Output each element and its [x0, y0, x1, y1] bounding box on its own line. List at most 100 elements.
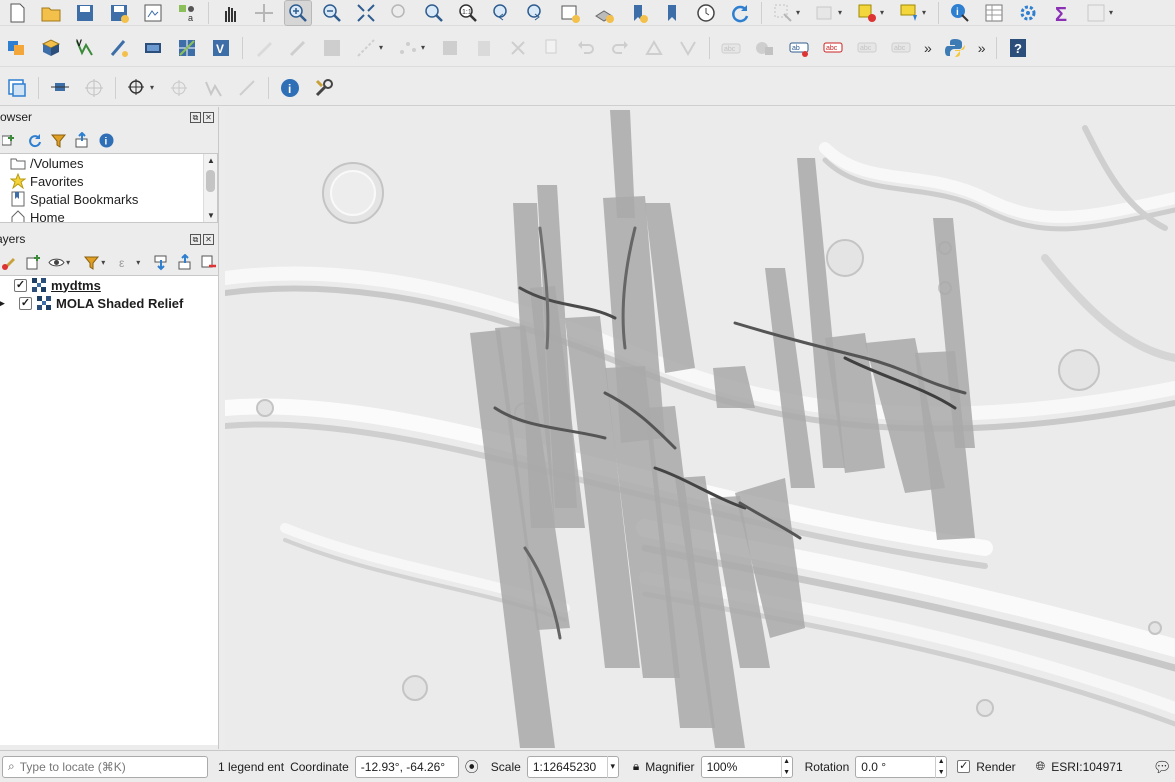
collapse-all-icon[interactable] [72, 130, 92, 150]
zoom-next-icon[interactable] [522, 0, 550, 26]
delete-selected-icon[interactable] [436, 35, 464, 61]
scroll-thumb[interactable] [206, 170, 215, 192]
geometry-checker-icon[interactable] [165, 75, 193, 101]
chevron-down-icon[interactable]: ▾ [421, 43, 431, 52]
vector-tools-icon[interactable]: V [207, 35, 235, 61]
refresh-icon[interactable] [726, 0, 754, 26]
refresh-icon[interactable] [24, 130, 44, 150]
field-calculator-icon[interactable] [1082, 0, 1110, 26]
help-icon[interactable]: ? [1004, 35, 1032, 61]
open-project-icon[interactable] [37, 0, 65, 26]
browser-item-favorites[interactable]: Favorites [0, 172, 217, 190]
spin-down-icon[interactable]: ▼ [936, 767, 946, 778]
float-panel-icon[interactable]: ⧉ [190, 233, 201, 245]
new-project-icon[interactable] [3, 0, 31, 26]
expand-arrow-icon[interactable]: ▸ [0, 298, 9, 309]
layer-visibility-checkbox[interactable]: ✓ [19, 296, 32, 310]
add-layer-icon[interactable] [0, 130, 20, 150]
copy-features-icon[interactable] [504, 35, 532, 61]
new-map-view-icon[interactable] [556, 0, 584, 26]
help-circle-icon[interactable]: i [96, 130, 116, 150]
chevron-down-icon[interactable]: ▾ [1109, 8, 1119, 17]
show-labels-icon[interactable]: ab [785, 35, 813, 61]
select-by-value-icon[interactable] [853, 0, 881, 26]
undo-icon[interactable] [572, 35, 600, 61]
cut-features-icon[interactable] [470, 35, 498, 61]
show-bookmarks-icon[interactable] [658, 0, 686, 26]
zoom-last-icon[interactable] [488, 0, 516, 26]
expand-all-icon[interactable] [152, 252, 171, 272]
paste-features-icon[interactable] [538, 35, 566, 61]
new-bookmark-icon[interactable] [624, 0, 652, 26]
filter-expression-icon[interactable]: ε [117, 252, 136, 272]
chevron-down-icon[interactable]: ▾ [66, 258, 76, 267]
browser-item-home[interactable]: Home [0, 208, 217, 222]
visibility-eye-icon[interactable] [47, 252, 66, 272]
data-source-manager-icon[interactable] [3, 35, 31, 61]
locator-search-field[interactable]: ⌕ Type to locate (⌘K) [2, 755, 208, 778]
add-group-icon[interactable] [23, 252, 42, 272]
processing-toolbox-icon[interactable] [1014, 0, 1042, 26]
scroll-up-icon[interactable]: ▲ [207, 156, 215, 165]
messages-icon[interactable]: 💬︎ [1153, 758, 1172, 776]
float-panel-icon[interactable]: ⧉ [190, 111, 201, 123]
georeference-icon[interactable] [3, 75, 31, 101]
coordinate-field[interactable]: -12.93°, -64.26° [354, 755, 459, 778]
save-as-icon[interactable] [105, 0, 133, 26]
move-label-icon[interactable]: abc [853, 35, 881, 61]
crs-globe-icon[interactable]: 🌐︎ [1036, 759, 1046, 774]
split-features-icon[interactable] [674, 35, 702, 61]
python-console-icon[interactable] [941, 35, 969, 61]
chevron-down-icon[interactable]: ▾ [379, 43, 389, 52]
scale-combo[interactable]: 1:12645230 ▾ [526, 755, 619, 778]
georeferencer-icon[interactable] [173, 35, 201, 61]
new-geopackage-layer-icon[interactable] [37, 35, 65, 61]
zoom-native-icon[interactable]: 1:1 [454, 0, 482, 26]
chevron-down-icon[interactable]: ▾ [606, 755, 618, 778]
scroll-down-icon[interactable]: ▼ [207, 211, 215, 220]
browser-item-spatial-bookmarks[interactable]: Spatial Bookmarks [0, 190, 217, 208]
identify-icon[interactable]: i [946, 0, 974, 26]
layer-row-mola-shaded-relief[interactable]: ▸ ✓ MOLA Shaded Relief [0, 294, 218, 312]
layer-row-mydtms[interactable]: ✓ mydtms [0, 276, 218, 294]
zoom-full-icon[interactable] [352, 0, 380, 26]
pan-icon[interactable] [216, 0, 244, 26]
toolbar-overflow-icon[interactable]: » [924, 40, 932, 56]
layer-visibility-checkbox[interactable]: ✓ [14, 278, 27, 292]
map-render[interactable] [225, 108, 1175, 749]
select-features-icon[interactable] [769, 0, 797, 26]
pin-labels-icon[interactable] [751, 35, 779, 61]
new-temporary-layer-icon[interactable] [105, 35, 133, 61]
close-panel-icon[interactable]: ✕ [203, 111, 214, 123]
deselect-icon[interactable] [811, 0, 839, 26]
chevron-down-icon[interactable]: ▾ [880, 8, 890, 17]
new-3d-view-icon[interactable] [590, 0, 618, 26]
label-toolbar-icon[interactable]: abc [717, 35, 745, 61]
crs-label[interactable]: ESRI:104971 [1051, 760, 1122, 774]
digitizing-trace-icon[interactable] [233, 75, 261, 101]
spin-up-icon[interactable]: ▲ [936, 756, 946, 767]
lock-scale-icon[interactable]: 🔒︎ [633, 759, 639, 774]
current-edits-icon[interactable] [250, 35, 278, 61]
chevron-down-icon[interactable]: ▾ [922, 8, 932, 17]
filter-icon[interactable] [48, 130, 68, 150]
topology-icon[interactable] [199, 75, 227, 101]
spin-up-icon[interactable]: ▲ [782, 756, 792, 767]
chevron-down-icon[interactable]: ▾ [838, 8, 848, 17]
map-canvas[interactable] [225, 108, 1175, 749]
vertex-tool-icon[interactable] [394, 35, 422, 61]
annotation-icon[interactable] [895, 0, 923, 26]
highlight-labels-icon[interactable]: abc [819, 35, 847, 61]
zoom-to-layer-icon[interactable] [420, 0, 448, 26]
toggle-editing-icon[interactable] [284, 35, 312, 61]
rotate-label-icon[interactable]: abc [887, 35, 915, 61]
style-manager-icon[interactable]: a [173, 0, 201, 26]
rotation-spinbox[interactable]: 0.0 ° ▲ ▼ [855, 755, 948, 778]
render-checkbox[interactable]: ✓ [957, 760, 971, 773]
statistics-icon[interactable]: Σ [1048, 0, 1076, 26]
magnifier-spinbox[interactable]: 100% ▲ ▼ [700, 755, 793, 778]
extents-toggle-icon[interactable]: ⦿ [465, 757, 479, 777]
crosshair-icon[interactable] [80, 75, 108, 101]
attribute-table-icon[interactable] [980, 0, 1008, 26]
save-project-icon[interactable] [71, 0, 99, 26]
